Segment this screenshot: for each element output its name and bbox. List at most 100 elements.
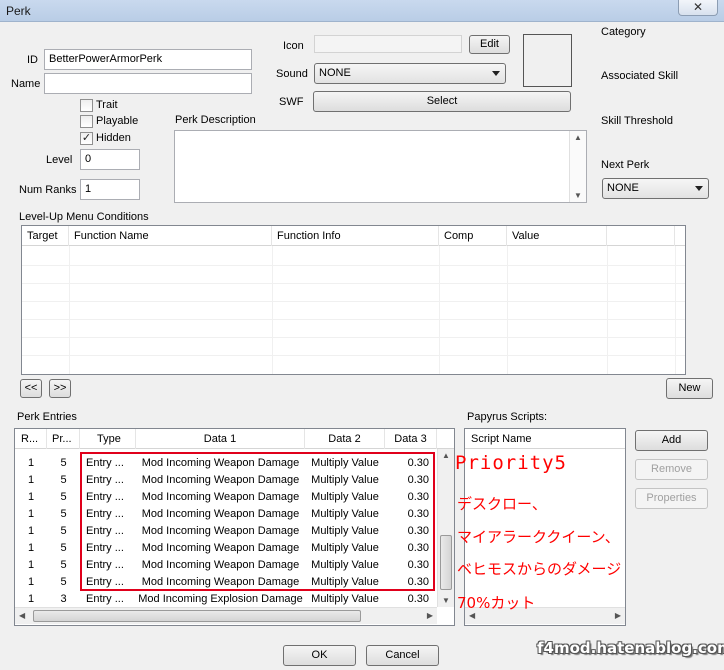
chevron-down-icon [695,186,703,191]
rank-cell: 1 [27,508,35,520]
rank-cell: 1 [27,491,35,503]
window-title: Perk [6,4,31,18]
properties-button[interactable]: Properties [635,488,708,509]
conditions-list[interactable]: Target Function Name Function Info Comp … [21,225,686,375]
perk-entries-header: R... Pr... Type Data 1 Data 2 Data 3 [15,429,454,449]
num-ranks-field[interactable]: 1 [80,179,140,200]
perk-entries-label: Perk Entries [17,411,77,423]
chevron-down-icon [492,71,500,76]
swf-label: SWF [279,96,304,108]
annotation-line-4: ベヒモスからのダメージ [457,560,622,578]
column-comp[interactable]: Comp [439,226,507,246]
title-bar [0,0,724,22]
cancel-button[interactable]: Cancel [366,645,439,666]
hidden-checkbox-row[interactable]: ✓ Hidden [80,131,160,147]
grid-line [22,355,685,356]
data-2-cell: Multiply Value [311,593,379,605]
skill-threshold-label: Skill Threshold [601,115,673,127]
associated-skill-label: Associated Skill [601,70,679,82]
trait-label: Trait [96,99,118,111]
category-label: Category [601,26,646,38]
column-priority[interactable]: Pr... [47,429,80,449]
priority-cell: 5 [60,491,67,503]
scroll-thumb[interactable] [33,610,361,622]
trait-checkbox[interactable] [80,99,93,112]
grid-line [22,265,685,266]
name-field[interactable] [44,73,252,94]
conditions-label: Level-Up Menu Conditions [19,211,149,223]
scroll-down-icon: ▼ [574,191,582,200]
scroll-up-icon: ▲ [442,451,450,460]
icon-field [314,35,462,53]
playable-checkbox[interactable] [80,115,93,128]
papyrus-scripts-label: Papyrus Scripts: [467,411,548,423]
name-label: Name [11,78,41,90]
close-icon: ✕ [692,0,704,14]
column-value[interactable]: Value [507,226,607,246]
annotation-line-3: マイアラーククイーン、 [457,528,620,546]
column-function-name[interactable]: Function Name [69,226,272,246]
perk-entries-vertical-scrollbar[interactable]: ▲ ▼ [437,449,454,607]
conditions-header: Target Function Name Function Info Comp … [22,226,685,246]
column-rank[interactable]: R... [15,429,47,449]
rank-cell: 1 [27,542,35,554]
scroll-thumb[interactable] [440,535,452,590]
close-button[interactable]: ✕ [678,0,718,16]
priority-cell: 5 [60,508,67,520]
rank-cell: 1 [27,593,35,605]
perk-description-label: Perk Description [175,114,256,126]
column-extra [607,226,675,246]
next-perk-label: Next Perk [601,159,650,171]
scroll-right-icon: ▶ [426,611,433,620]
column-function-info[interactable]: Function Info [272,226,439,246]
next-perk-value: NONE [607,182,639,194]
column-data-1[interactable]: Data 1 [136,429,305,449]
highlight-box [80,452,435,591]
swf-select-button[interactable]: Select [313,91,571,112]
priority-cell: 5 [60,474,67,486]
priority-cell: 5 [60,559,67,571]
add-script-button[interactable]: Add [635,430,708,451]
priority-cell: 5 [60,542,67,554]
perk-description-textarea[interactable]: ▲ ▼ [174,130,587,203]
column-data-3[interactable]: Data 3 [385,429,437,449]
level-label: Level [46,154,73,166]
rank-cell: 1 [27,559,35,571]
id-field[interactable]: BetterPowerArmorPerk [44,49,252,70]
grid-line [22,301,685,302]
priority-cell: 5 [60,576,67,588]
data-3-cell: 0.30 [407,593,429,605]
next-perk-select[interactable]: NONE [602,178,709,199]
sound-select-value: NONE [319,67,351,79]
column-data-2[interactable]: Data 2 [305,429,385,449]
priority-cell: 5 [60,525,67,537]
new-condition-button[interactable]: New [666,378,713,399]
annotation-line-5: 70%カット [457,594,536,612]
sound-select[interactable]: NONE [314,63,506,84]
ok-button[interactable]: OK [283,645,356,666]
previous-button[interactable]: << [20,379,42,398]
remove-script-button[interactable]: Remove [635,459,708,480]
edit-icon-button[interactable]: Edit [469,35,510,54]
trait-checkbox-row[interactable]: Trait [80,98,160,114]
playable-checkbox-row[interactable]: Playable [80,114,160,130]
scroll-down-icon: ▼ [442,596,450,605]
type-cell: Entry ... [86,593,124,605]
hidden-checkbox[interactable]: ✓ [80,132,93,145]
column-target[interactable]: Target [22,226,69,246]
rank-cell: 1 [27,525,35,537]
column-type[interactable]: Type [80,429,136,449]
checkmark-icon: ✓ [81,132,92,144]
annotation-line-2: デスクロー、 [457,495,547,513]
perk-entries-horizontal-scrollbar[interactable]: ◀ ▶ [15,607,437,624]
scroll-left-icon: ◀ [19,611,26,620]
level-field[interactable]: 0 [80,149,140,170]
rank-cell: 1 [27,457,35,469]
rank-cell: 1 [27,474,35,486]
table-row[interactable]: 1 3 Entry ... Mod Incoming Explosion Damage… [15,591,437,608]
rank-cell: 1 [27,576,35,588]
column-script-name[interactable]: Script Name [465,429,617,449]
next-button[interactable]: >> [49,379,71,398]
grid-line [22,283,685,284]
description-scrollbar[interactable]: ▲ ▼ [569,131,586,202]
